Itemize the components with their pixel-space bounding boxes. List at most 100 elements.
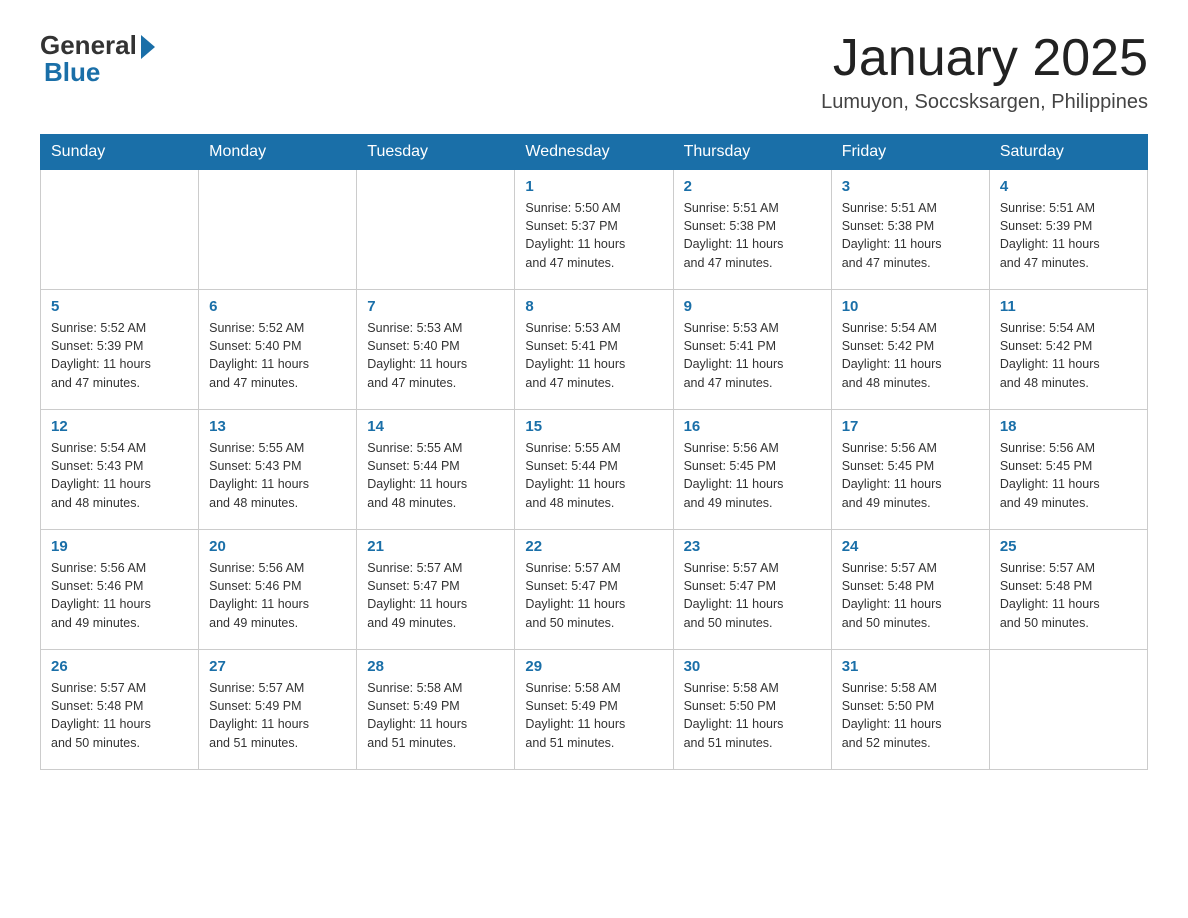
calendar-cell: 16 Sunrise: 5:56 AMSunset: 5:45 PMDayligh… — [673, 410, 831, 530]
weekday-header-wednesday: Wednesday — [515, 135, 673, 170]
day-info: Sunrise: 5:55 AMSunset: 5:43 PMDaylight:… — [209, 439, 346, 512]
day-number: 15 — [525, 418, 662, 435]
day-number: 5 — [51, 298, 188, 315]
calendar-cell — [199, 170, 357, 290]
day-number: 24 — [842, 538, 979, 555]
page-header: General Blue January 2025 Lumuyon, Soccs… — [40, 30, 1148, 114]
day-number: 23 — [684, 538, 821, 555]
day-info: Sunrise: 5:55 AMSunset: 5:44 PMDaylight:… — [367, 439, 504, 512]
week-row-3: 12Sunrise: 5:54 AMSunset: 5:43 PMDayligh… — [41, 410, 1148, 530]
day-info: Sunrise: 5:52 AMSunset: 5:39 PMDaylight:… — [51, 319, 188, 392]
calendar-cell: 14Sunrise: 5:55 AMSunset: 5:44 PMDayligh… — [357, 410, 515, 530]
calendar-cell: 26 Sunrise: 5:57 AMSunset: 5:48 PMDayligh… — [41, 650, 199, 770]
day-info: Sunrise: 5:57 AMSunset: 5:48 PMDaylight:… — [842, 559, 979, 632]
week-row-1: 1Sunrise: 5:50 AMSunset: 5:37 PMDaylight… — [41, 170, 1148, 290]
day-number: 11 — [1000, 298, 1137, 315]
day-info: Sunrise: 5:56 AMSunset: 5:45 PMDaylight:… — [1000, 439, 1137, 512]
calendar-cell: 31Sunrise: 5:58 AMSunset: 5:50 PMDayligh… — [831, 650, 989, 770]
calendar-cell: 1Sunrise: 5:50 AMSunset: 5:37 PMDaylight… — [515, 170, 673, 290]
day-number: 2 — [684, 178, 821, 195]
day-number: 19 — [51, 538, 188, 555]
day-info: Sunrise: 5:53 AMSunset: 5:40 PMDaylight:… — [367, 319, 504, 392]
calendar-cell: 3 Sunrise: 5:51 AMSunset: 5:38 PMDaylight… — [831, 170, 989, 290]
day-number: 30 — [684, 658, 821, 675]
day-number: 17 — [842, 418, 979, 435]
day-number: 26 — [51, 658, 188, 675]
calendar-cell: 19 Sunrise: 5:56 AMSunset: 5:46 PMDayligh… — [41, 530, 199, 650]
calendar-cell: 29 Sunrise: 5:58 AMSunset: 5:49 PMDayligh… — [515, 650, 673, 770]
day-info: Sunrise: 5:54 AMSunset: 5:42 PMDaylight:… — [1000, 319, 1137, 392]
calendar-cell: 12Sunrise: 5:54 AMSunset: 5:43 PMDayligh… — [41, 410, 199, 530]
calendar-cell: 2 Sunrise: 5:51 AMSunset: 5:38 PMDaylight… — [673, 170, 831, 290]
calendar-cell: 11 Sunrise: 5:54 AMSunset: 5:42 PMDayligh… — [989, 290, 1147, 410]
calendar-cell: 15 Sunrise: 5:55 AMSunset: 5:44 PMDayligh… — [515, 410, 673, 530]
month-title: January 2025 — [821, 30, 1148, 87]
weekday-header-friday: Friday — [831, 135, 989, 170]
day-info: Sunrise: 5:57 AMSunset: 5:49 PMDaylight:… — [209, 679, 346, 752]
day-number: 21 — [367, 538, 504, 555]
calendar-cell: 8 Sunrise: 5:53 AMSunset: 5:41 PMDaylight… — [515, 290, 673, 410]
calendar-cell: 7 Sunrise: 5:53 AMSunset: 5:40 PMDaylight… — [357, 290, 515, 410]
day-info: Sunrise: 5:53 AMSunset: 5:41 PMDaylight:… — [525, 319, 662, 392]
day-info: Sunrise: 5:58 AMSunset: 5:49 PMDaylight:… — [525, 679, 662, 752]
day-number: 3 — [842, 178, 979, 195]
weekday-header-saturday: Saturday — [989, 135, 1147, 170]
day-info: Sunrise: 5:57 AMSunset: 5:48 PMDaylight:… — [1000, 559, 1137, 632]
calendar-cell: 9 Sunrise: 5:53 AMSunset: 5:41 PMDaylight… — [673, 290, 831, 410]
weekday-header-tuesday: Tuesday — [357, 135, 515, 170]
day-info: Sunrise: 5:57 AMSunset: 5:47 PMDaylight:… — [525, 559, 662, 632]
calendar-cell: 17 Sunrise: 5:56 AMSunset: 5:45 PMDayligh… — [831, 410, 989, 530]
day-info: Sunrise: 5:51 AMSunset: 5:38 PMDaylight:… — [684, 199, 821, 272]
weekday-header-monday: Monday — [199, 135, 357, 170]
day-info: Sunrise: 5:58 AMSunset: 5:50 PMDaylight:… — [684, 679, 821, 752]
calendar-cell — [41, 170, 199, 290]
calendar-cell: 25 Sunrise: 5:57 AMSunset: 5:48 PMDayligh… — [989, 530, 1147, 650]
weekday-header-sunday: Sunday — [41, 135, 199, 170]
day-number: 6 — [209, 298, 346, 315]
calendar-table: SundayMondayTuesdayWednesdayThursdayFrid… — [40, 134, 1148, 770]
day-info: Sunrise: 5:54 AMSunset: 5:42 PMDaylight:… — [842, 319, 979, 392]
weekday-header-thursday: Thursday — [673, 135, 831, 170]
day-number: 20 — [209, 538, 346, 555]
day-number: 16 — [684, 418, 821, 435]
day-info: Sunrise: 5:57 AMSunset: 5:48 PMDaylight:… — [51, 679, 188, 752]
day-info: Sunrise: 5:58 AMSunset: 5:50 PMDaylight:… — [842, 679, 979, 752]
week-row-4: 19 Sunrise: 5:56 AMSunset: 5:46 PMDayligh… — [41, 530, 1148, 650]
logo-arrow-icon — [141, 35, 155, 59]
calendar-cell: 6Sunrise: 5:52 AMSunset: 5:40 PMDaylight… — [199, 290, 357, 410]
calendar-cell: 21Sunrise: 5:57 AMSunset: 5:47 PMDayligh… — [357, 530, 515, 650]
calendar-cell: 13 Sunrise: 5:55 AMSunset: 5:43 PMDayligh… — [199, 410, 357, 530]
day-number: 7 — [367, 298, 504, 315]
day-info: Sunrise: 5:57 AMSunset: 5:47 PMDaylight:… — [684, 559, 821, 632]
day-number: 8 — [525, 298, 662, 315]
week-row-2: 5 Sunrise: 5:52 AMSunset: 5:39 PMDaylight… — [41, 290, 1148, 410]
day-number: 25 — [1000, 538, 1137, 555]
day-info: Sunrise: 5:56 AMSunset: 5:45 PMDaylight:… — [842, 439, 979, 512]
day-number: 9 — [684, 298, 821, 315]
calendar-cell: 22 Sunrise: 5:57 AMSunset: 5:47 PMDayligh… — [515, 530, 673, 650]
calendar-cell: 18Sunrise: 5:56 AMSunset: 5:45 PMDayligh… — [989, 410, 1147, 530]
day-number: 13 — [209, 418, 346, 435]
day-number: 28 — [367, 658, 504, 675]
day-number: 1 — [525, 178, 662, 195]
calendar-cell: 10 Sunrise: 5:54 AMSunset: 5:42 PMDayligh… — [831, 290, 989, 410]
calendar-cell: 4Sunrise: 5:51 AMSunset: 5:39 PMDaylight… — [989, 170, 1147, 290]
weekday-header-row: SundayMondayTuesdayWednesdayThursdayFrid… — [41, 135, 1148, 170]
day-number: 22 — [525, 538, 662, 555]
day-info: Sunrise: 5:55 AMSunset: 5:44 PMDaylight:… — [525, 439, 662, 512]
week-row-5: 26 Sunrise: 5:57 AMSunset: 5:48 PMDayligh… — [41, 650, 1148, 770]
location-text: Lumuyon, Soccsksargen, Philippines — [821, 91, 1148, 114]
calendar-cell: 24 Sunrise: 5:57 AMSunset: 5:48 PMDayligh… — [831, 530, 989, 650]
day-info: Sunrise: 5:56 AMSunset: 5:45 PMDaylight:… — [684, 439, 821, 512]
day-info: Sunrise: 5:56 AMSunset: 5:46 PMDaylight:… — [51, 559, 188, 632]
day-info: Sunrise: 5:51 AMSunset: 5:38 PMDaylight:… — [842, 199, 979, 272]
day-info: Sunrise: 5:53 AMSunset: 5:41 PMDaylight:… — [684, 319, 821, 392]
day-number: 27 — [209, 658, 346, 675]
logo: General Blue — [40, 30, 155, 88]
logo-blue-text: Blue — [40, 57, 100, 88]
day-info: Sunrise: 5:58 AMSunset: 5:49 PMDaylight:… — [367, 679, 504, 752]
calendar-cell: 30 Sunrise: 5:58 AMSunset: 5:50 PMDayligh… — [673, 650, 831, 770]
day-number: 10 — [842, 298, 979, 315]
calendar-cell: 20Sunrise: 5:56 AMSunset: 5:46 PMDayligh… — [199, 530, 357, 650]
day-number: 29 — [525, 658, 662, 675]
